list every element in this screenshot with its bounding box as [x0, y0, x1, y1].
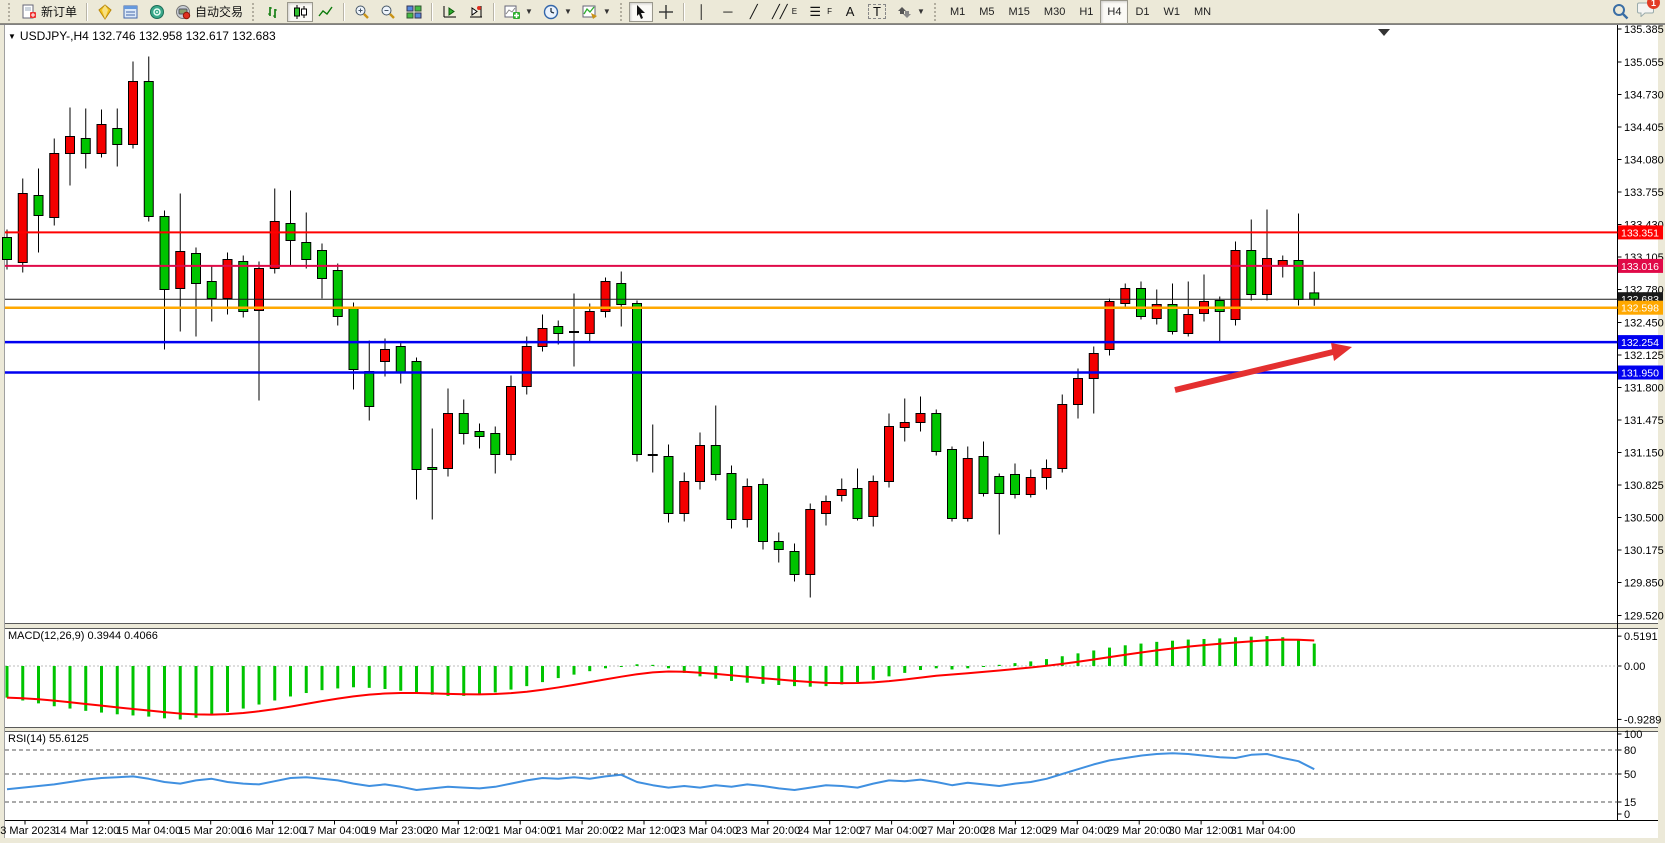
arrows-tool-button[interactable]: ▼	[891, 2, 930, 22]
timeframe-H4[interactable]: H4	[1100, 0, 1128, 24]
chart-shift-icon	[468, 4, 484, 20]
rsi-pane-splitter[interactable]	[0, 727, 1658, 732]
auto-trading-label: 自动交易	[195, 3, 243, 20]
data-window-icon	[123, 4, 139, 20]
dropdown-arrow-icon: ▼	[564, 7, 572, 16]
auto-scroll-button[interactable]	[437, 2, 463, 22]
dropdown-arrow-icon: ▼	[917, 7, 925, 16]
toolbar-separator	[683, 3, 685, 21]
search-icon[interactable]	[1612, 3, 1629, 20]
chart-shift-button[interactable]	[463, 2, 489, 22]
fibonacci-icon: ☰	[807, 4, 823, 20]
text-label-icon: T	[868, 4, 886, 19]
text-tool-button[interactable]: A	[837, 2, 863, 22]
rsi-indicator-label: RSI(14) 55.6125	[8, 733, 89, 745]
toolbar-separator	[343, 3, 345, 21]
dropdown-arrow-icon: ▼	[603, 7, 611, 16]
line-chart-icon	[318, 4, 334, 20]
vertical-line-tool-button[interactable]: │	[689, 2, 715, 22]
toolbar-gripper[interactable]	[934, 3, 939, 21]
periods-button[interactable]: ▼	[538, 2, 577, 22]
navigator-icon	[149, 4, 165, 20]
zoom-in-icon	[354, 4, 370, 20]
indicators-button[interactable]: ▼	[499, 2, 538, 22]
auto-scroll-icon	[442, 4, 458, 20]
timeframe-W1[interactable]: W1	[1157, 0, 1188, 24]
bar-chart-icon	[266, 4, 282, 20]
trading-terminal: 新订单 自动交易	[0, 0, 1665, 843]
line-chart-type-button[interactable]	[313, 2, 339, 22]
timeframe-M30[interactable]: M30	[1037, 0, 1072, 24]
tile-windows-icon	[406, 4, 422, 20]
fibonacci-tool-button[interactable]: ☰F	[802, 2, 837, 22]
horizontal-line-tool-button[interactable]: ─	[715, 2, 741, 22]
cursor-tool-button[interactable]	[629, 2, 653, 22]
new-order-icon	[22, 4, 37, 19]
text-label-tool-button[interactable]: T	[863, 2, 891, 22]
zoom-out-button[interactable]	[375, 2, 401, 22]
periods-clock-icon	[543, 4, 559, 20]
main-toolbar: 新订单 自动交易	[0, 0, 1665, 24]
time-axis[interactable]	[5, 821, 1617, 839]
indicators-icon	[504, 4, 520, 20]
macd-indicator-label: MACD(12,26,9) 0.3944 0.4066	[8, 630, 158, 642]
auto-trading-button[interactable]: 自动交易	[170, 2, 248, 22]
zoom-in-button[interactable]	[349, 2, 375, 22]
timeframe-MN[interactable]: MN	[1187, 0, 1218, 24]
timeframe-D1[interactable]: D1	[1128, 0, 1156, 24]
toolbar-separator	[431, 3, 433, 21]
toolbar-gripper[interactable]	[620, 3, 625, 21]
toolbar-gripper[interactable]	[8, 3, 13, 21]
timeframe-H1[interactable]: H1	[1072, 0, 1100, 24]
crosshair-icon	[658, 4, 674, 20]
timeframe-M1[interactable]: M1	[943, 0, 972, 24]
text-tool-icon: A	[842, 4, 858, 20]
auto-trading-icon	[175, 4, 191, 20]
chart-menu-toggle-icon[interactable]: ▼	[8, 32, 16, 41]
toolbar-separator	[493, 3, 495, 21]
notification-badge: 1	[1647, 0, 1660, 9]
chart-title: USDJPY-,H4 132.746 132.958 132.617 132.6…	[20, 29, 276, 43]
bar-chart-type-button[interactable]	[261, 2, 287, 22]
dropdown-arrow-icon: ▼	[525, 7, 533, 16]
arrow-objects-icon	[896, 4, 912, 20]
market-watch-button[interactable]	[92, 2, 118, 22]
trendline-tool-button[interactable]: ╱	[741, 2, 767, 22]
chart-canvas[interactable]: 135.385135.055134.730134.405134.080133.7…	[0, 0, 1665, 843]
toolbar-gripper[interactable]	[252, 3, 257, 21]
templates-icon	[582, 4, 598, 20]
new-order-button[interactable]: 新订单	[17, 2, 82, 22]
market-watch-icon	[97, 4, 113, 20]
navigator-button[interactable]	[144, 2, 170, 22]
zoom-out-icon	[380, 4, 396, 20]
equidistant-channel-icon: ╱╱	[772, 4, 788, 20]
toolbar-separator	[86, 3, 88, 21]
data-window-button[interactable]	[118, 2, 144, 22]
templates-button[interactable]: ▼	[577, 2, 616, 22]
horizontal-line-icon: ─	[720, 4, 736, 20]
timeframe-toolbar: M1M5M15M30H1H4D1W1MN	[943, 0, 1218, 24]
tile-windows-button[interactable]	[401, 2, 427, 22]
chart-title-row: ▼ USDJPY-,H4 132.746 132.958 132.617 132.…	[8, 29, 276, 43]
channel-sub-label: E	[792, 7, 797, 16]
price-axis[interactable]	[1618, 25, 1665, 820]
timeframe-M5[interactable]: M5	[972, 0, 1001, 24]
trendline-icon: ╱	[746, 4, 762, 20]
macd-pane-splitter[interactable]	[0, 624, 1658, 629]
fibo-sub-label: F	[827, 7, 832, 16]
vertical-line-icon: │	[694, 4, 710, 20]
candlestick-chart-icon	[292, 4, 308, 20]
channel-tool-button[interactable]: ╱╱ E	[767, 2, 802, 22]
toolbar-right-group: 1	[1612, 1, 1661, 22]
notifications-button[interactable]: 1	[1637, 1, 1655, 22]
new-order-label: 新订单	[41, 3, 77, 20]
timeframe-M15[interactable]: M15	[1002, 0, 1037, 24]
crosshair-tool-button[interactable]	[653, 2, 679, 22]
cursor-icon	[634, 4, 648, 19]
candlestick-chart-type-button[interactable]	[287, 2, 313, 22]
